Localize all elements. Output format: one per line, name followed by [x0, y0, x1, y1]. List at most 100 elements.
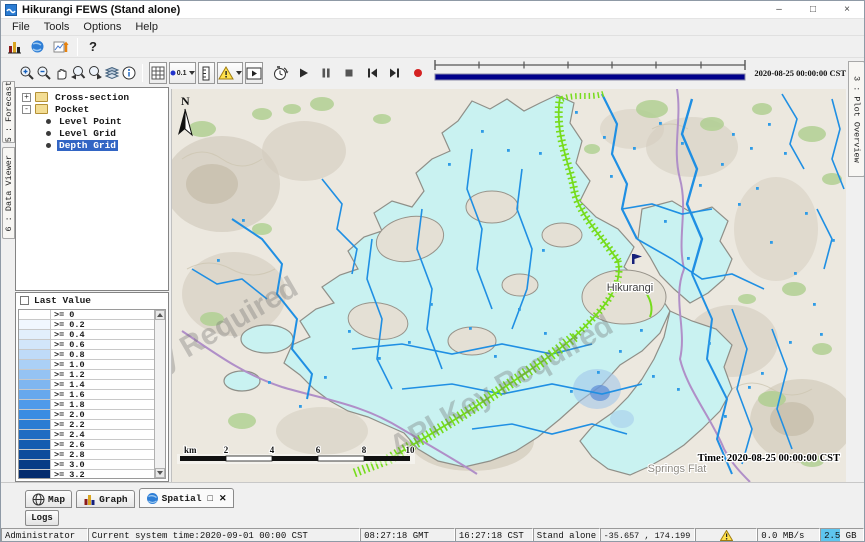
tree-item-level-point[interactable]: Level Point: [16, 115, 168, 127]
scale-ruler-button[interactable]: [198, 62, 215, 84]
title-bar: Hikurangi FEWS (Stand alone) – □ ×: [1, 1, 864, 19]
application-window: Hikurangi FEWS (Stand alone) – □ × FileT…: [0, 0, 865, 542]
zoom-previous-icon[interactable]: [70, 62, 87, 84]
skip-to-end-button[interactable]: [387, 62, 404, 84]
menu-help[interactable]: Help: [128, 20, 165, 34]
status-bar: Administrator Current system time:2020-0…: [1, 528, 864, 542]
legend-color-swatch: [19, 420, 51, 429]
menu-file[interactable]: File: [5, 20, 37, 34]
tree-item-label: Pocket: [53, 104, 91, 115]
bullet-icon: [46, 119, 51, 124]
blue-globe-icon: [146, 492, 159, 505]
bullet-icon: [46, 131, 51, 136]
menu-options[interactable]: Options: [76, 20, 128, 34]
legend-color-swatch: [19, 370, 51, 379]
svg-text:8: 8: [362, 445, 367, 455]
expander-icon[interactable]: -: [22, 105, 31, 114]
zoom-next-icon[interactable]: [87, 62, 104, 84]
help-button[interactable]: ?: [83, 39, 103, 54]
legend-row: >= 1.8: [19, 400, 154, 410]
tree-item-level-grid[interactable]: Level Grid: [16, 127, 168, 139]
close-button[interactable]: ×: [830, 1, 864, 18]
legend-row: >= 2.2: [19, 420, 154, 430]
tree-item-label: Depth Grid: [57, 140, 118, 151]
warning-icon: [720, 530, 733, 541]
legend-color-swatch: [19, 450, 51, 459]
legend-threshold-label: >= 2.2: [51, 420, 154, 429]
legend-color-swatch: [19, 410, 51, 419]
expander-icon[interactable]: +: [22, 93, 31, 102]
legend-threshold-label: >= 1.8: [51, 400, 154, 409]
status-coordinates: -35.657 , 174.199: [600, 528, 696, 542]
tab-plot-overview[interactable]: 3 : Plot Overview: [848, 61, 865, 177]
legend-color-swatch: [19, 380, 51, 389]
animation-settings-icon[interactable]: [272, 62, 289, 84]
label-hikurangi: Hikurangi: [607, 282, 653, 294]
zoom-in-icon[interactable]: [19, 62, 36, 84]
tree-item-depth-grid[interactable]: Depth Grid: [16, 139, 168, 151]
logs-button[interactable]: Logs: [25, 510, 59, 526]
pause-button[interactable]: [318, 62, 335, 84]
legend-color-swatch: [19, 310, 51, 319]
time-slider[interactable]: [432, 59, 750, 88]
animation-player-button[interactable]: [245, 62, 263, 84]
legend-color-swatch: [19, 350, 51, 359]
status-warning-cell[interactable]: [695, 528, 757, 542]
label-springs-flat: Springs Flat: [648, 463, 707, 475]
svg-text:2: 2: [224, 445, 229, 455]
tab-forecast[interactable]: 5 : Forecast: [2, 81, 15, 143]
threshold-value: 0.1: [177, 70, 187, 77]
play-button[interactable]: [295, 62, 312, 84]
map-canvas[interactable]: API Key Required API Key Required N Hiku…: [171, 89, 846, 482]
legend-threshold-label: >= 0: [51, 310, 154, 319]
legend-threshold-label: >= 1.0: [51, 360, 154, 369]
legend-color-swatch: [19, 320, 51, 329]
zoom-out-icon[interactable]: [36, 62, 53, 84]
legend-threshold-label: >= 0.6: [51, 340, 154, 349]
right-tab-strip: 3 : Plot Overview: [846, 58, 865, 488]
legend-color-swatch: [19, 430, 51, 439]
warning-dropdown-button[interactable]: [217, 62, 243, 84]
status-mode: Stand alone: [533, 528, 600, 542]
timeseries-display-icon[interactable]: [49, 36, 72, 58]
legend-color-swatch: [19, 390, 51, 399]
tab-map[interactable]: Map: [25, 490, 72, 508]
tab-graph[interactable]: Graph: [76, 490, 135, 508]
legend-row: >= 0.4: [19, 330, 154, 340]
svg-text:N: N: [181, 94, 190, 108]
legend-scrollbar[interactable]: [154, 310, 165, 478]
info-icon[interactable]: [120, 62, 137, 84]
last-value-checkbox[interactable]: [20, 296, 29, 305]
stop-button[interactable]: [341, 62, 358, 84]
legend-row: >= 2.8: [19, 450, 154, 460]
legend-threshold-label: >= 1.6: [51, 390, 154, 399]
tab-data-viewer[interactable]: 6 : Data Viewer: [2, 147, 15, 239]
legend-color-swatch: [19, 340, 51, 349]
legend-threshold-label: >= 1.2: [51, 370, 154, 379]
tree-item-cross-section[interactable]: +Cross-section: [16, 91, 168, 103]
legend-row: >= 1.0: [19, 360, 154, 370]
toolbar-separator: [142, 64, 143, 82]
record-button[interactable]: [409, 62, 426, 84]
skip-to-start-button[interactable]: [364, 62, 381, 84]
tree-item-label: Level Grid: [57, 128, 118, 139]
tab-spatial[interactable]: Spatial □ ✕: [139, 488, 234, 508]
minimize-button[interactable]: –: [762, 1, 796, 18]
menu-tools[interactable]: Tools: [37, 20, 77, 34]
grid-display-button[interactable]: [149, 62, 166, 84]
status-user: Administrator: [1, 528, 88, 542]
status-download-rate: 0.0 MB/s: [757, 528, 820, 542]
layers-icon[interactable]: [104, 62, 121, 84]
maximize-button[interactable]: □: [796, 1, 830, 18]
status-local-time: 16:27:18 CST: [455, 528, 533, 542]
tab-maximize-icon[interactable]: □: [208, 493, 213, 503]
bullet-icon: [46, 143, 51, 148]
tab-close-icon[interactable]: ✕: [219, 493, 227, 504]
scroll-down-icon[interactable]: [155, 468, 165, 478]
database-bars-icon[interactable]: [3, 36, 26, 58]
globe-icon[interactable]: [26, 36, 49, 58]
tree-item-pocket[interactable]: - Pocket: [16, 103, 168, 115]
scroll-up-icon[interactable]: [155, 310, 165, 320]
contour-threshold-dropdown[interactable]: 0.1: [169, 62, 196, 84]
pan-hand-icon[interactable]: [53, 62, 70, 84]
